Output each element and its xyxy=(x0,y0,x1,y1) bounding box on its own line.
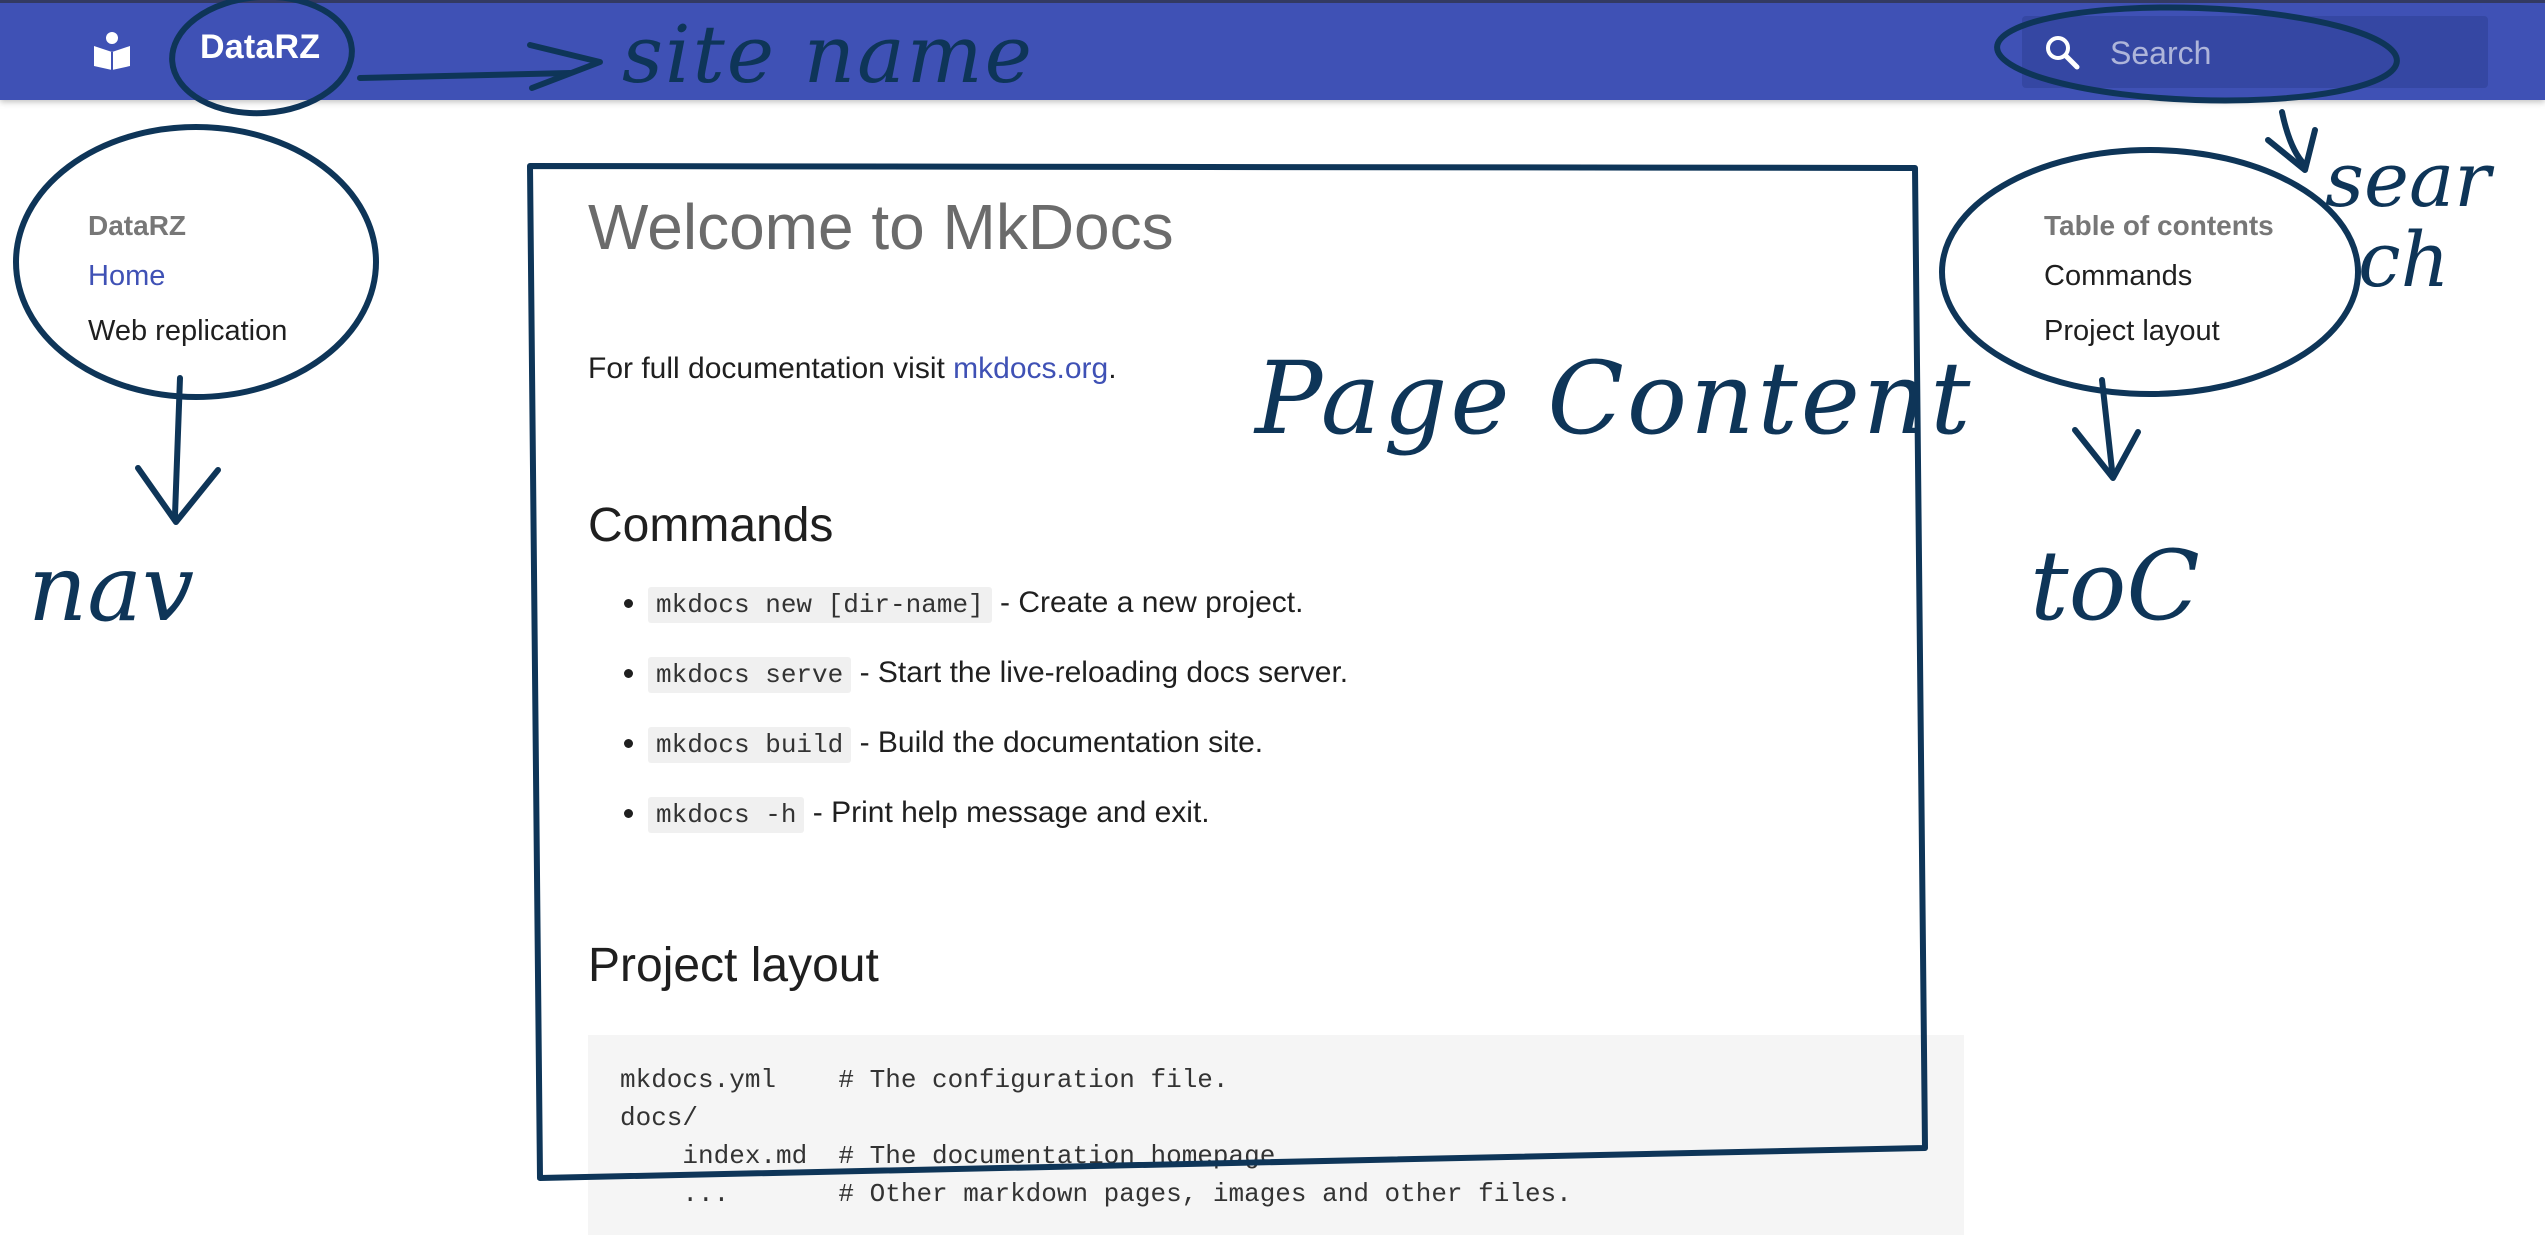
top-header: DataRZ xyxy=(0,0,2545,100)
search-label-2: ch xyxy=(2358,215,2450,304)
site-name[interactable]: DataRZ xyxy=(200,28,320,67)
search-label-1: sear xyxy=(2325,135,2491,224)
page-content-label: Page Content xyxy=(1255,340,1974,457)
toc-title: Table of contents xyxy=(2044,210,2274,241)
nav-item-home[interactable]: Home xyxy=(88,260,287,293)
toc-label: toC xyxy=(2030,530,2200,642)
code-line: index.md # The documentation homepage. xyxy=(620,1141,1291,1171)
nav-title: DataRZ xyxy=(88,210,187,241)
list-item: mkdocs build - Build the documentation s… xyxy=(648,724,1348,764)
command-desc: - Build the documentation site. xyxy=(851,726,1264,759)
page-title: Welcome to MkDocs xyxy=(588,191,1174,263)
code-line: docs/ xyxy=(620,1103,699,1133)
lead-text: For full documentation visit xyxy=(588,352,954,385)
command-code: mkdocs new [dir-name] xyxy=(648,587,992,623)
commands-heading: Commands xyxy=(588,499,834,552)
command-code: mkdocs -h xyxy=(648,797,805,833)
command-code: mkdocs serve xyxy=(648,657,852,693)
command-desc: - Create a new project. xyxy=(991,586,1304,619)
project-layout-heading: Project layout xyxy=(588,939,879,992)
toc-arrowhead xyxy=(2072,427,2141,481)
list-item: mkdocs new [dir-name] - Create a new pro… xyxy=(648,584,1348,624)
search-arrowhead xyxy=(2265,127,2318,173)
top-border xyxy=(0,0,2545,3)
toc-item-commands[interactable]: Commands xyxy=(2044,260,2274,293)
command-desc: - Print help message and exit. xyxy=(804,796,1210,829)
search-icon[interactable] xyxy=(2042,32,2082,72)
search-input[interactable] xyxy=(2108,30,2472,76)
command-code: mkdocs build xyxy=(648,727,852,763)
search-arrow xyxy=(2279,109,2308,168)
mkdocs-link[interactable]: mkdocs.org xyxy=(953,352,1108,385)
code-line: ... # Other markdown pages, images and o… xyxy=(620,1179,1572,1209)
nav-arrow xyxy=(172,375,183,518)
toc-arrow xyxy=(2099,377,2115,473)
command-desc: - Start the live-reloading docs server. xyxy=(851,656,1349,689)
nav-label: nav xyxy=(28,535,195,642)
list-item: mkdocs -h - Print help message and exit. xyxy=(648,794,1348,834)
project-layout-code: mkdocs.yml # The configuration file. doc… xyxy=(588,1035,1964,1235)
nav-item-web-replication[interactable]: Web replication xyxy=(88,315,287,348)
primary-nav: DataRZ Home Web replication xyxy=(88,210,287,370)
list-item: mkdocs serve - Start the live-reloading … xyxy=(648,654,1348,694)
book-reader-icon[interactable] xyxy=(92,30,132,70)
nav-arrowhead xyxy=(135,465,221,525)
site-name-label: site name xyxy=(622,8,1034,101)
lead-end: . xyxy=(1108,352,1117,385)
search-box[interactable] xyxy=(2022,16,2488,88)
commands-list: mkdocs new [dir-name] - Create a new pro… xyxy=(588,584,1348,864)
toc-item-project-layout[interactable]: Project layout xyxy=(2044,315,2274,348)
code-line: mkdocs.yml # The configuration file. xyxy=(620,1065,1229,1095)
table-of-contents: Table of contents Commands Project layou… xyxy=(2044,210,2274,370)
